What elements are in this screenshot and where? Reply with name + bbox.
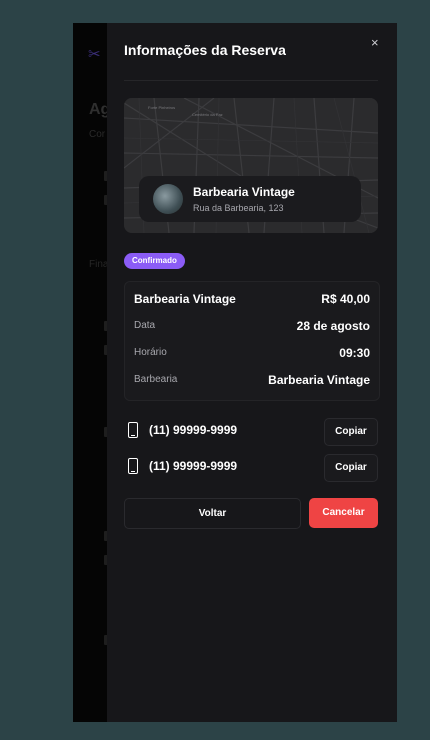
status-badge: Confirmado xyxy=(124,253,185,269)
copy-phone-button[interactable]: Copiar xyxy=(324,454,378,482)
sheet-title: Informações da Reserva xyxy=(124,42,286,58)
smartphone-icon xyxy=(128,458,138,474)
barbershop-row: Barbearia Barbearia Vintage xyxy=(134,371,370,389)
map-label: Forte Pinheiros xyxy=(148,105,175,110)
barbershop-value: Barbearia Vintage xyxy=(268,373,370,387)
booking-details-card: Barbearia Vintage R$ 40,00 Data 28 de ag… xyxy=(124,281,380,401)
location-map[interactable]: Forte Pinheiros Cemitério da Paz Barbear… xyxy=(124,98,378,233)
service-name: Barbearia Vintage xyxy=(134,292,236,306)
place-address: Rua da Barbearia, 123 xyxy=(193,203,284,213)
phone-number: (11) 99999-9999 xyxy=(149,423,238,437)
service-price: R$ 40,00 xyxy=(321,292,370,306)
smartphone-icon xyxy=(128,422,138,438)
copy-phone-button[interactable]: Copiar xyxy=(324,418,378,446)
service-row: Barbearia Vintage R$ 40,00 xyxy=(134,290,370,308)
date-label: Data xyxy=(134,320,156,331)
date-value: 28 de agosto xyxy=(296,319,370,333)
background-title: Ag xyxy=(89,101,107,118)
time-value: 09:30 xyxy=(339,346,370,360)
barbershop-label: Barbearia xyxy=(134,374,178,385)
background-subtitle: Cor xyxy=(89,129,106,140)
sheet-header: Informações da Reserva xyxy=(124,42,378,81)
time-label: Horário xyxy=(134,347,167,358)
phone-row: (11) 99999-9999 Copiar xyxy=(124,418,378,446)
background-section-title: Fina xyxy=(89,259,107,270)
booking-info-sheet: Informações da Reserva × Forte Pinheiros xyxy=(107,23,397,722)
phone-frame: ✂ Ag Cor Fina Informações da Reserva × F… xyxy=(73,23,397,722)
close-icon[interactable]: × xyxy=(371,35,379,50)
back-button[interactable]: Voltar xyxy=(124,498,301,529)
scissors-logo-icon: ✂ xyxy=(88,46,101,63)
background-app: ✂ Ag Cor Fina xyxy=(73,23,107,722)
date-row: Data 28 de agosto xyxy=(134,317,370,335)
phone-number: (11) 99999-9999 xyxy=(149,459,238,473)
phone-row: (11) 99999-9999 Copiar xyxy=(124,454,378,482)
map-label: Cemitério da Paz xyxy=(192,112,223,117)
place-name: Barbearia Vintage xyxy=(193,185,295,199)
cancel-booking-button[interactable]: Cancelar xyxy=(309,498,378,528)
place-card[interactable]: Barbearia Vintage Rua da Barbearia, 123 xyxy=(139,176,361,222)
barbershop-avatar xyxy=(153,184,183,214)
time-row: Horário 09:30 xyxy=(134,344,370,362)
